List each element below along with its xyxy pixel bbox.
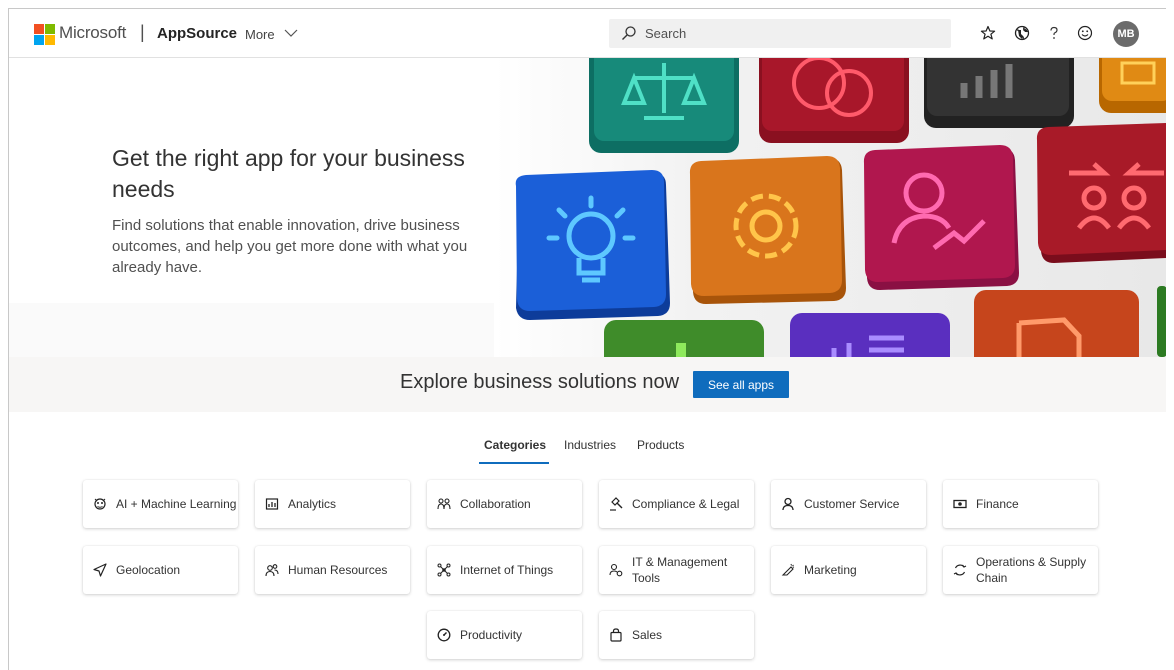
hero-text-panel: Get the right app for your business need…: [9, 58, 494, 303]
bar-chart-icon: [924, 58, 1074, 128]
help-icon[interactable]: [1043, 22, 1065, 44]
category-label: Customer Service: [804, 497, 900, 511]
person-icon: [780, 496, 796, 512]
brand-separator: |: [140, 22, 145, 42]
avatar[interactable]: MB: [1113, 21, 1139, 47]
category-label: Operations & Supply Chain: [976, 555, 1087, 585]
hero-banner: Get the right app for your business need…: [9, 58, 1166, 357]
iot-icon: [436, 562, 452, 578]
appsource-home-link[interactable]: AppSource: [157, 25, 237, 42]
coins-icon: [759, 58, 909, 143]
top-header: Microsoft | AppSource More Search MB: [9, 9, 1166, 58]
microsoft-brand-link[interactable]: Microsoft: [59, 23, 126, 43]
globe-icon[interactable]: [1011, 22, 1033, 44]
search-input[interactable]: Search: [645, 26, 686, 41]
category-label: Geolocation: [116, 563, 181, 577]
chart-icon: [790, 313, 950, 357]
see-all-apps-button[interactable]: See all apps: [693, 371, 789, 398]
document-edit-icon: [974, 290, 1139, 357]
category-card-productivity[interactable]: Productivity: [427, 611, 582, 659]
tab-industries[interactable]: Industries: [564, 438, 616, 452]
chevron-down-icon[interactable]: [284, 28, 298, 38]
location-arrow-icon: [92, 562, 108, 578]
person-growth-icon: [863, 145, 1019, 290]
category-card-geolocation[interactable]: Geolocation: [83, 546, 238, 594]
search-icon: [622, 26, 636, 40]
category-card-human-resources[interactable]: Human Resources: [255, 546, 410, 594]
category-card-sales[interactable]: Sales: [599, 611, 754, 659]
category-tabs: Categories Industries Products: [9, 434, 1166, 464]
tab-categories[interactable]: Categories: [484, 438, 546, 452]
category-card-ai-machine-learning[interactable]: AI + Machine Learning: [83, 480, 238, 528]
hero-subtitle: Find solutions that enable innovation, d…: [112, 217, 468, 276]
category-card-compliance-legal[interactable]: Compliance & Legal: [599, 480, 754, 528]
tab-products[interactable]: Products: [637, 438, 684, 452]
microsoft-logo-icon[interactable]: [34, 24, 55, 45]
explore-heading: Explore business solutions now: [400, 371, 680, 393]
category-card-operations-supply-chain[interactable]: Operations & Supply Chain: [943, 546, 1098, 594]
category-label: Analytics: [288, 497, 337, 511]
category-card-customer-service[interactable]: Customer Service: [771, 480, 926, 528]
category-card-it-management-tools[interactable]: IT & Management Tools: [599, 546, 754, 594]
category-label: Finance: [976, 497, 1019, 511]
hero-tiles-image: [494, 58, 1166, 357]
ai-brain-icon: [92, 496, 108, 512]
gavel-icon: [608, 496, 624, 512]
category-card-marketing[interactable]: Marketing: [771, 546, 926, 594]
gear-icon: [689, 156, 846, 304]
gauge-icon: [436, 627, 452, 643]
category-label: IT & Management Tools: [632, 555, 728, 585]
cycle-icon: [952, 562, 968, 578]
people-exchange-icon: [1036, 123, 1166, 263]
category-label: Human Resources: [288, 563, 388, 577]
search-box[interactable]: Search: [609, 19, 951, 48]
people-icon: [264, 562, 280, 578]
bar-icon: [604, 320, 764, 357]
scales-icon: [589, 58, 739, 153]
category-card-collaboration[interactable]: Collaboration: [427, 480, 582, 528]
active-tab-indicator: [479, 462, 549, 464]
analytics-icon: [264, 496, 280, 512]
category-label: Sales: [632, 628, 663, 642]
hero-title: Get the right app for your business need…: [112, 145, 465, 202]
feedback-smiley-icon[interactable]: [1074, 22, 1096, 44]
megaphone-icon: [780, 562, 796, 578]
category-label: Productivity: [460, 628, 523, 642]
it-tools-icon: [608, 562, 624, 578]
category-card-analytics[interactable]: Analytics: [255, 480, 410, 528]
category-label: Collaboration: [460, 497, 531, 511]
explore-band: Explore business solutions now See all a…: [9, 357, 1166, 412]
category-label: AI + Machine Learning: [116, 497, 237, 511]
browser-page: Microsoft | AppSource More Search MB Get…: [8, 8, 1166, 670]
star-icon[interactable]: [977, 22, 999, 44]
lightbulb-icon: [515, 170, 670, 320]
more-menu-button[interactable]: More: [245, 27, 275, 42]
category-card-internet-of-things[interactable]: Internet of Things: [427, 546, 582, 594]
money-icon: [952, 496, 968, 512]
shopping-bag-icon: [608, 627, 624, 643]
collaboration-icon: [436, 496, 452, 512]
category-label: Internet of Things: [460, 563, 554, 577]
category-card-finance[interactable]: Finance: [943, 480, 1098, 528]
category-label: Compliance & Legal: [632, 497, 740, 511]
category-label: Marketing: [804, 563, 857, 577]
document-icon: [1099, 58, 1166, 113]
